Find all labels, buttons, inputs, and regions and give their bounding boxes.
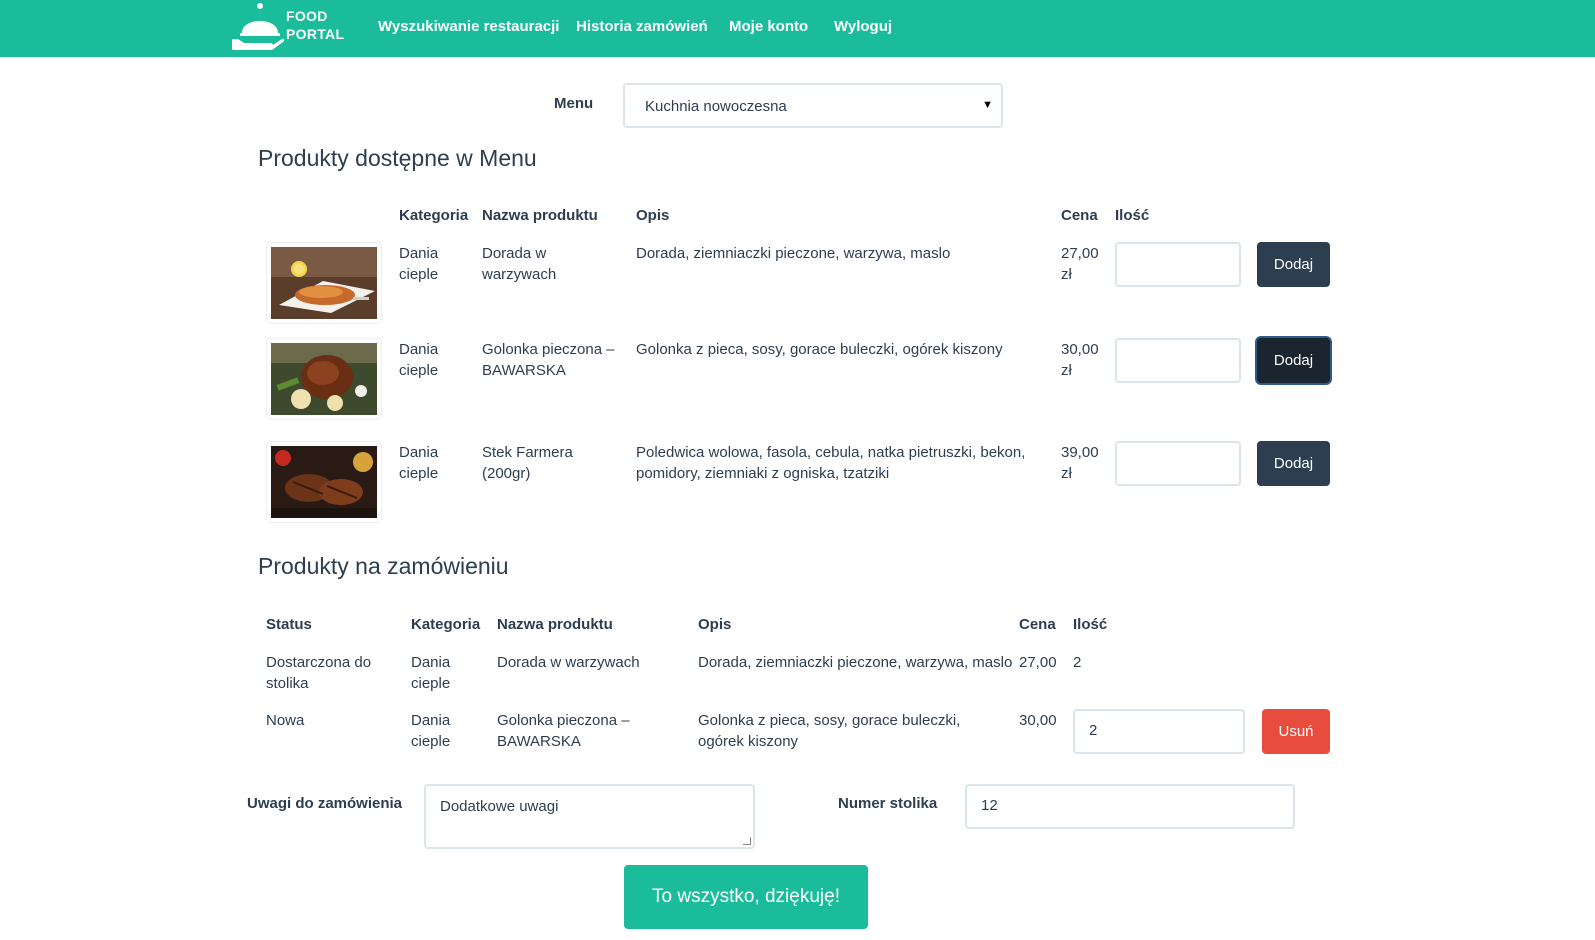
order-row-name: Dorada w warzywach (497, 654, 640, 671)
table-number-input[interactable]: 12 (965, 784, 1295, 829)
row-price: 27,00 zł (1061, 245, 1099, 283)
col-header-qty: Ilość (1073, 616, 1108, 633)
product-thumbnail (266, 338, 382, 420)
order-products-heading: Produkty na zamówieniu (258, 553, 509, 579)
order-row-description: Dorada, ziemniaczki pieczone, warzywa, m… (698, 654, 1013, 671)
remove-product-button[interactable]: Usuń (1262, 709, 1330, 754)
col-header-desc: Opis (698, 616, 732, 633)
row-price: 30,00 zł (1061, 341, 1099, 379)
col-header-desc: Opis (636, 207, 670, 224)
logo-text: FOOD PORTAL (286, 7, 344, 43)
menu-select[interactable]: Kuchnia nowoczesna ▼ (623, 83, 1003, 128)
col-header-name: Nazwa produktu (482, 207, 598, 224)
nav-logout[interactable]: Wyloguj (834, 18, 892, 35)
order-row-price: 30,00 (1019, 712, 1057, 729)
order-row-category: Dania cieple (411, 654, 451, 692)
order-row-description: Golonka z pieca, sosy, gorace buleczki, … (698, 712, 961, 750)
col-header-category: Kategoria (411, 616, 481, 633)
quantity-input[interactable] (1115, 441, 1241, 486)
add-product-button[interactable]: Dodaj (1257, 242, 1330, 287)
row-category: Dania cieple (399, 245, 439, 283)
quantity-input[interactable] (1115, 338, 1241, 383)
row-description: Golonka z pieca, sosy, gorace buleczki, … (636, 341, 1003, 358)
quantity-input[interactable] (1115, 242, 1241, 287)
navbar: FOOD PORTAL Wyszukiwanie restauracji His… (0, 0, 1595, 57)
order-quantity-value: 2 (1089, 722, 1098, 739)
order-notes-textarea[interactable]: Dodatkowe uwagi (424, 784, 755, 849)
fish-dish-photo (271, 247, 377, 319)
add-product-button[interactable]: Dodaj (1257, 441, 1330, 486)
available-products-heading: Produkty dostępne w Menu (258, 145, 537, 171)
product-thumbnail (266, 441, 382, 523)
food-portal-logo[interactable]: FOOD PORTAL (230, 0, 345, 52)
col-header-status: Status (266, 616, 312, 633)
order-row-category: Dania cieple (411, 712, 451, 750)
row-category: Dania cieple (399, 444, 439, 482)
nav-my-account[interactable]: Moje konto (729, 18, 808, 35)
col-header-name: Nazwa produktu (497, 616, 613, 633)
row-description: Poledwica wolowa, fasola, cebula, natka … (636, 444, 1026, 482)
row-category: Dania cieple (399, 341, 439, 379)
row-product-name: Golonka pieczona – BAWARSKA (482, 341, 615, 379)
menu-label: Menu (554, 95, 594, 112)
order-notes-value: Dodatkowe uwagi (440, 798, 559, 815)
order-row-qty: 2 (1073, 654, 1082, 671)
col-header-qty: Ilość (1115, 207, 1150, 224)
row-product-name: Dorada w warzywach (482, 245, 557, 283)
order-row-status: Nowa (266, 712, 305, 729)
submit-order-button[interactable]: To wszystko, dziękuję! (624, 865, 868, 929)
col-header-price: Cena (1019, 616, 1056, 633)
pork-knuckle-photo (271, 343, 377, 415)
product-thumbnail (266, 242, 382, 324)
order-row-status: Dostarczona do stolika (266, 654, 372, 692)
menu-select-value: Kuchnia nowoczesna (645, 98, 787, 115)
col-header-category: Kategoria (399, 207, 469, 224)
table-number-value: 12 (981, 797, 998, 814)
add-product-button[interactable]: Dodaj (1257, 338, 1330, 383)
caret-down-icon: ▼ (982, 99, 993, 111)
resize-handle-icon[interactable] (743, 837, 751, 845)
order-row-name: Golonka pieczona – BAWARSKA (497, 712, 630, 750)
nav-order-history[interactable]: Historia zamówień (576, 18, 708, 35)
logo-line-2: PORTAL (286, 26, 345, 42)
table-number-label: Numer stolika (838, 795, 938, 812)
logo-line-1: FOOD (286, 8, 328, 24)
col-header-price: Cena (1061, 207, 1098, 224)
order-notes-label: Uwagi do zamówienia (247, 795, 403, 812)
row-product-name: Stek Farmera (200gr) (482, 444, 573, 482)
steak-photo (271, 446, 377, 518)
nav-search-restaurants[interactable]: Wyszukiwanie restauracji (378, 18, 559, 35)
cloche-icon (232, 3, 284, 50)
row-price: 39,00 zł (1061, 444, 1099, 482)
order-row-price: 27,00 (1019, 654, 1057, 671)
row-description: Dorada, ziemniaczki pieczone, warzywa, m… (636, 245, 951, 262)
order-quantity-input[interactable]: 2 (1073, 709, 1245, 754)
